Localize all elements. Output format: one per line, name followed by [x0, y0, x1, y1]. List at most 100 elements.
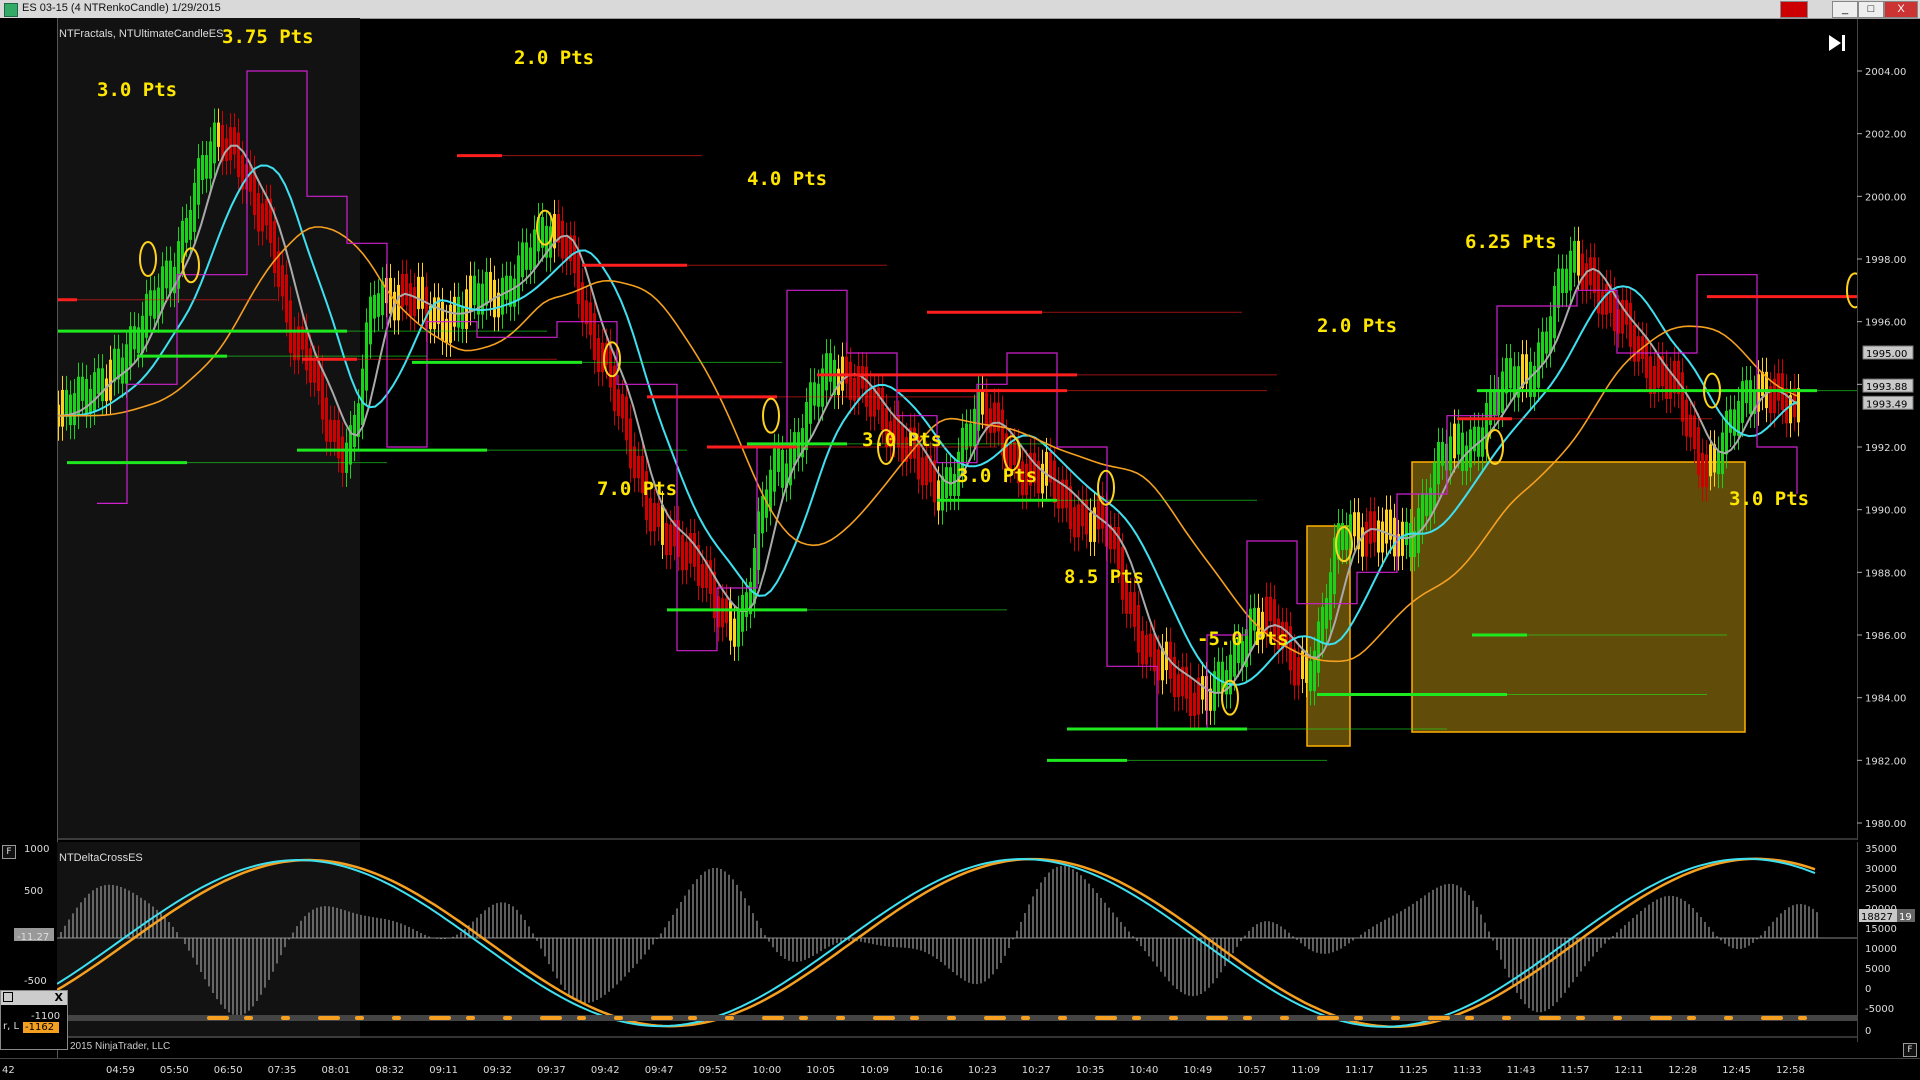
- candle-body: [1365, 521, 1368, 557]
- candle-body: [461, 305, 464, 329]
- candle-body: [1585, 263, 1588, 290]
- candle-body: [1193, 692, 1196, 717]
- candle-body: [417, 276, 420, 310]
- candle-body: [521, 242, 524, 278]
- candle-body: [101, 368, 104, 402]
- candle-body: [405, 273, 408, 306]
- candle-body: [189, 209, 192, 240]
- candle-body: [1077, 504, 1080, 538]
- price-label: 1990.00: [1865, 506, 1906, 517]
- time-label: 07:35: [268, 1065, 297, 1076]
- session-bar-mark: [392, 1016, 401, 1020]
- panel-f-button-right[interactable]: F: [1903, 1043, 1917, 1057]
- candle-body: [109, 359, 112, 401]
- candle-body: [1593, 257, 1596, 294]
- session-bar-mark: [762, 1016, 784, 1020]
- candle-body: [1561, 268, 1564, 294]
- candle-body: [525, 242, 528, 270]
- candle-body: [1733, 409, 1736, 436]
- mini-data-window[interactable]: X -1100 -1162 r, L: [0, 990, 68, 1050]
- session-bar-mark: [688, 1016, 697, 1020]
- right-axis-label: -5000: [1865, 1004, 1894, 1015]
- candle-body: [65, 389, 68, 417]
- candle-body: [1449, 436, 1452, 471]
- session-shade: [57, 18, 360, 840]
- time-label: 10:23: [968, 1065, 997, 1076]
- candle-body: [1481, 427, 1484, 457]
- close-button[interactable]: X: [1884, 1, 1918, 18]
- session-bar-mark: [1391, 1016, 1400, 1020]
- time-label: 12:11: [1614, 1065, 1643, 1076]
- candle-body: [953, 474, 956, 497]
- skip-to-end-icon[interactable]: [1826, 32, 1848, 54]
- candle-body: [1173, 656, 1176, 698]
- candle-body: [197, 158, 200, 205]
- left-axis-label: 500: [24, 886, 43, 897]
- window-titlebar: ES 03-15 (4 NTRenkoCandle) 1/29/2015 _ □…: [0, 0, 1920, 19]
- pin-icon[interactable]: [3, 992, 13, 1002]
- candle-body: [633, 446, 636, 479]
- candle-body: [657, 503, 660, 527]
- candle-body: [1409, 523, 1412, 558]
- value-tag: 18827: [1861, 912, 1893, 923]
- candle-body: [1581, 253, 1584, 290]
- candle-body: [1293, 648, 1296, 686]
- candle-body: [813, 382, 816, 406]
- price-chart-panel[interactable]: 3.75 Pts 3.0 Pts 2.0 Pts 4.0 Pts 7.0 Pts 3.0 …: [56, 18, 1887, 840]
- time-label: 08:32: [375, 1065, 404, 1076]
- time-label: 11:09: [1291, 1065, 1320, 1076]
- candle-body: [1353, 512, 1356, 537]
- candle-body: [81, 376, 84, 401]
- candle-body: [1705, 454, 1708, 488]
- pts-annotation: 2.0 Pts: [514, 47, 594, 69]
- candle-body: [413, 287, 416, 317]
- session-bar-mark: [1095, 1016, 1117, 1020]
- mini-line-2: -1162: [23, 1022, 59, 1033]
- candle-body: [1649, 356, 1652, 394]
- candle-body: [1513, 366, 1516, 398]
- time-label: 11:43: [1507, 1065, 1536, 1076]
- indicator-svg[interactable]: [56, 842, 1857, 1038]
- candle-body: [1629, 302, 1632, 347]
- candle-body: [993, 402, 996, 433]
- left-axis-label: -11.27: [17, 932, 49, 943]
- candle-body: [629, 418, 632, 469]
- candle-body: [921, 457, 924, 486]
- candle-body: [1557, 268, 1560, 308]
- candle-body: [1321, 606, 1324, 644]
- time-label: 06:50: [214, 1065, 243, 1076]
- price-chart-svg[interactable]: 3.75 Pts 3.0 Pts 2.0 Pts 4.0 Pts 7.0 Pts 3.0 …: [56, 18, 1887, 840]
- status-indicator[interactable]: [1780, 1, 1808, 18]
- candle-body: [1749, 380, 1752, 414]
- close-icon[interactable]: X: [55, 991, 63, 1004]
- candle-body: [529, 247, 532, 270]
- candle-body: [517, 255, 520, 301]
- minimize-button[interactable]: _: [1832, 1, 1858, 18]
- candle-body: [1129, 591, 1132, 615]
- time-label: 10:35: [1076, 1065, 1105, 1076]
- candle-body: [741, 594, 744, 632]
- maximize-button[interactable]: □: [1858, 1, 1884, 18]
- candle-body: [613, 365, 616, 412]
- right-axis-label: 25000: [1865, 884, 1897, 895]
- candle-body: [1117, 527, 1120, 570]
- candle-body: [1421, 493, 1424, 531]
- pts-annotation: 3.0 Pts: [862, 429, 942, 451]
- candle-body: [1717, 450, 1720, 475]
- candle-body: [261, 203, 264, 232]
- pts-annotation: 2.0 Pts: [1317, 315, 1397, 337]
- candle-body: [377, 293, 380, 317]
- candle-body: [333, 419, 336, 443]
- price-label: 1992.00: [1865, 443, 1906, 454]
- candle-body: [1461, 432, 1464, 471]
- indicator-panel[interactable]: NTDeltaCrossES: [56, 842, 1857, 1038]
- panel-f-button[interactable]: F: [2, 845, 16, 859]
- time-label: 09:52: [699, 1065, 728, 1076]
- right-axis-label: 30000: [1865, 864, 1897, 875]
- price-label: 1996.00: [1865, 318, 1906, 329]
- candle-body: [1541, 331, 1544, 365]
- session-bar-mark: [1687, 1016, 1696, 1020]
- candle-body: [685, 541, 688, 571]
- candle-body: [1429, 487, 1432, 517]
- candle-body: [1269, 596, 1272, 622]
